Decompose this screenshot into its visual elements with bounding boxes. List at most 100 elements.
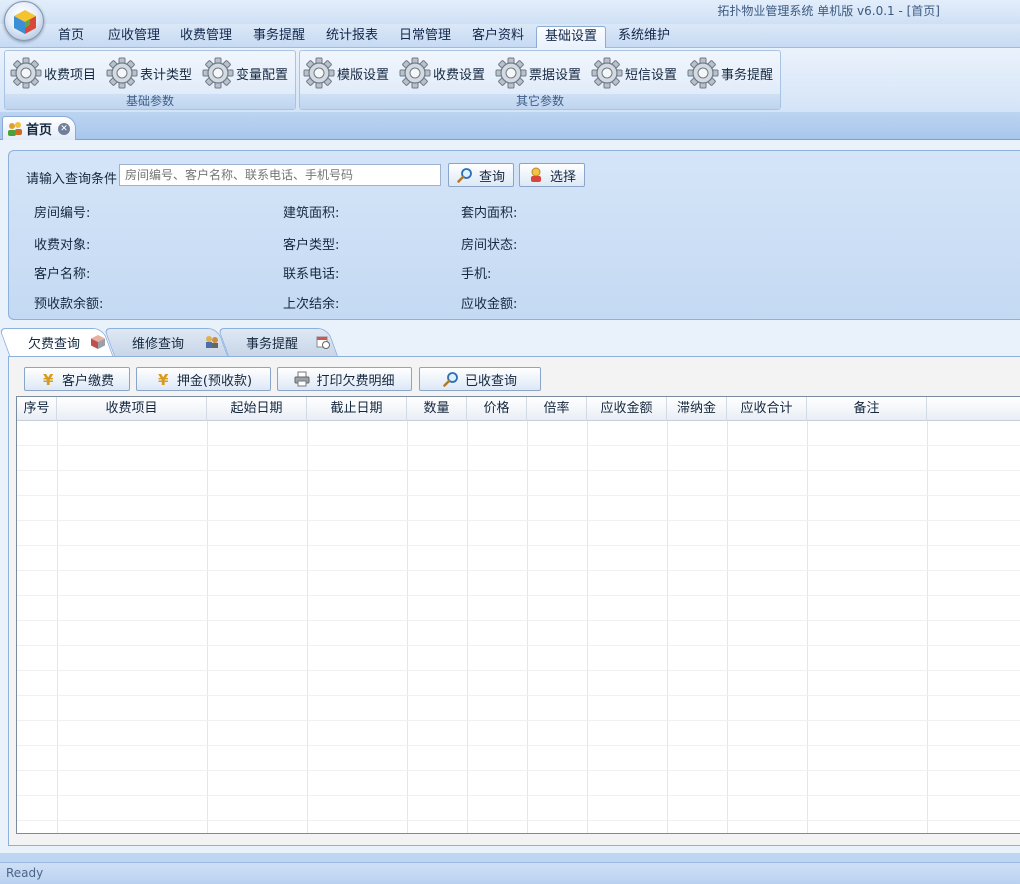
customer-name-label: 客户名称:	[34, 267, 91, 282]
column-header[interactable]: 数量	[407, 397, 467, 421]
pay-button[interactable]: ¥ 客户缴费	[24, 367, 130, 391]
print-arrears-button-label: 打印欠费明细	[316, 373, 395, 389]
tab-reminders[interactable]: 事务提醒	[217, 328, 338, 356]
column-header[interactable]: 序号	[17, 397, 57, 421]
menu-customers[interactable]: 客户资料	[464, 26, 532, 48]
receivable-label: 应收金额:	[461, 297, 518, 312]
building-area-label: 建筑面积:	[283, 206, 340, 221]
room-status-label: 房间状态:	[461, 238, 518, 253]
query-label: 请输入查询条件	[26, 172, 118, 187]
tab-home[interactable]: 首页 ✕	[2, 116, 76, 140]
query-panel: 请输入查询条件 查询 选择 房间编号: 建筑面积: 套内面积: 收费对象: 客户…	[8, 150, 1020, 320]
column-header[interactable]: 滞纳金	[667, 397, 727, 421]
search-input[interactable]	[119, 164, 441, 186]
ribbon-group-other: 模版设置 收费设置 票据设置 短信设置 事务提醒 其它参数	[299, 50, 781, 110]
search-button[interactable]: 查询	[448, 163, 514, 187]
deposit-button[interactable]: ¥ 押金(预收款)	[136, 367, 271, 391]
menu-reports[interactable]: 统计报表	[318, 26, 386, 48]
prepay-balance-label: 预收款余额:	[34, 297, 104, 312]
column-header[interactable]: 价格	[467, 397, 527, 421]
gear-icon	[201, 56, 235, 90]
last-balance-label: 上次结余:	[283, 297, 340, 312]
charge-target-label: 收费对象:	[34, 238, 91, 253]
column-header[interactable]: 倍率	[527, 397, 587, 421]
yuan-icon: ¥	[158, 371, 169, 387]
title-bar: 拓扑物业管理系统 单机版 v6.0.1 - [首页]	[0, 0, 1020, 24]
phone-label: 联系电话:	[283, 267, 340, 282]
column-header[interactable]: 起始日期	[207, 397, 307, 421]
print-arrears-button[interactable]: 打印欠费明细	[277, 367, 412, 391]
gear-icon	[494, 56, 528, 90]
gear-icon	[398, 56, 432, 90]
workers-icon	[206, 336, 218, 348]
column-header[interactable]: 备注	[807, 397, 927, 421]
receipt-settings-button[interactable]: 票据设置	[494, 55, 581, 91]
paid-query-button-label: 已收查询	[464, 373, 517, 389]
charge-settings-button[interactable]: 收费设置	[398, 55, 485, 91]
pay-button-label: 客户缴费	[61, 373, 114, 389]
calendar-clock-icon	[316, 336, 330, 349]
yuan-icon: ¥	[43, 371, 54, 387]
arrears-grid[interactable]: 序号 收费项目 起始日期 截止日期 数量 价格 倍率 应收金额 滞纳金 应收合计…	[16, 396, 1020, 834]
status-bar: Ready	[0, 862, 1020, 884]
search-button-label: 查询	[478, 169, 505, 185]
close-icon[interactable]: ✕	[58, 122, 71, 135]
deposit-button-label: 押金(预收款)	[176, 373, 253, 389]
user-icon	[530, 167, 541, 182]
gear-icon	[590, 56, 624, 90]
ribbon-group-basic: 收费项目 表计类型 变量配置 基础参数	[4, 50, 296, 110]
document-tab-strip: 首页 ✕	[0, 112, 1020, 140]
tab-arrears[interactable]: 欠费查询	[0, 328, 114, 358]
template-settings-button[interactable]: 模版设置	[302, 55, 389, 91]
menu-home[interactable]: 首页	[50, 26, 92, 48]
home-people-icon	[8, 121, 22, 136]
charge-items-button[interactable]: 收费项目	[9, 55, 96, 91]
select-button-label: 选择	[549, 169, 576, 185]
variable-config-button[interactable]: 变量配置	[201, 55, 288, 91]
menu-reminders[interactable]: 事务提醒	[245, 26, 313, 48]
printer-icon	[294, 371, 310, 387]
window-title: 拓扑物业管理系统 单机版 v6.0.1 - [首页]	[717, 4, 940, 18]
column-header[interactable]: 应收金额	[587, 397, 667, 421]
menu-receivables[interactable]: 应收管理	[100, 26, 168, 48]
application-menu-button[interactable]	[4, 1, 44, 41]
app-cube-icon	[14, 10, 36, 34]
menu-basic-settings[interactable]: 基础设置	[536, 26, 607, 48]
paid-query-button[interactable]: 已收查询	[419, 367, 541, 391]
select-button[interactable]: 选择	[519, 163, 585, 187]
sms-settings-button[interactable]: 短信设置	[590, 55, 677, 91]
gear-icon	[686, 56, 720, 90]
search-icon	[443, 372, 458, 387]
status-text: Ready	[6, 866, 44, 880]
search-icon	[457, 168, 472, 183]
tab-reminders-label: 事务提醒	[246, 336, 299, 352]
mobile-label: 手机:	[461, 267, 492, 282]
column-header[interactable]: 截止日期	[307, 397, 407, 421]
svg-text:¥: ¥	[158, 371, 169, 387]
grid-header: 序号 收费项目 起始日期 截止日期 数量 价格 倍率 应收金额 滞纳金 应收合计…	[17, 397, 1020, 421]
meter-types-button[interactable]: 表计类型	[105, 55, 192, 91]
menu-charges[interactable]: 收费管理	[172, 26, 240, 48]
svg-text:¥: ¥	[43, 371, 54, 387]
inner-area-label: 套内面积:	[461, 206, 518, 221]
reminder-settings-button[interactable]: 事务提醒	[686, 55, 773, 91]
menu-system[interactable]: 系统维护	[610, 26, 678, 48]
menu-bar: 首页 应收管理 收费管理 事务提醒 统计报表 日常管理 客户资料 基础设置 系统…	[0, 24, 1020, 48]
main-panel: 请输入查询条件 查询 选择 房间编号: 建筑面积: 套内面积: 收费对象: 客户…	[0, 140, 1020, 853]
column-header[interactable]: 收费项目	[57, 397, 207, 421]
tab-repairs-label: 维修查询	[132, 336, 185, 352]
ribbon-group-label: 基础参数	[5, 94, 295, 109]
gear-icon	[105, 56, 139, 90]
ribbon: 收费项目 表计类型 变量配置 基础参数 模版设置 收费设置 票据设置 短信设置 …	[0, 48, 1020, 112]
menu-daily[interactable]: 日常管理	[391, 26, 459, 48]
gear-icon	[9, 56, 43, 90]
ribbon-group-label: 其它参数	[300, 94, 780, 109]
gear-icon	[302, 56, 336, 90]
box-icon	[91, 335, 105, 349]
column-header[interactable]: 应收合计	[727, 397, 807, 421]
tab-arrears-label: 欠费查询	[28, 336, 81, 352]
tab-home-label: 首页	[26, 123, 53, 138]
customer-type-label: 客户类型:	[283, 238, 340, 253]
tab-repairs[interactable]: 维修查询	[103, 328, 228, 356]
room-number-label: 房间编号:	[34, 206, 91, 221]
